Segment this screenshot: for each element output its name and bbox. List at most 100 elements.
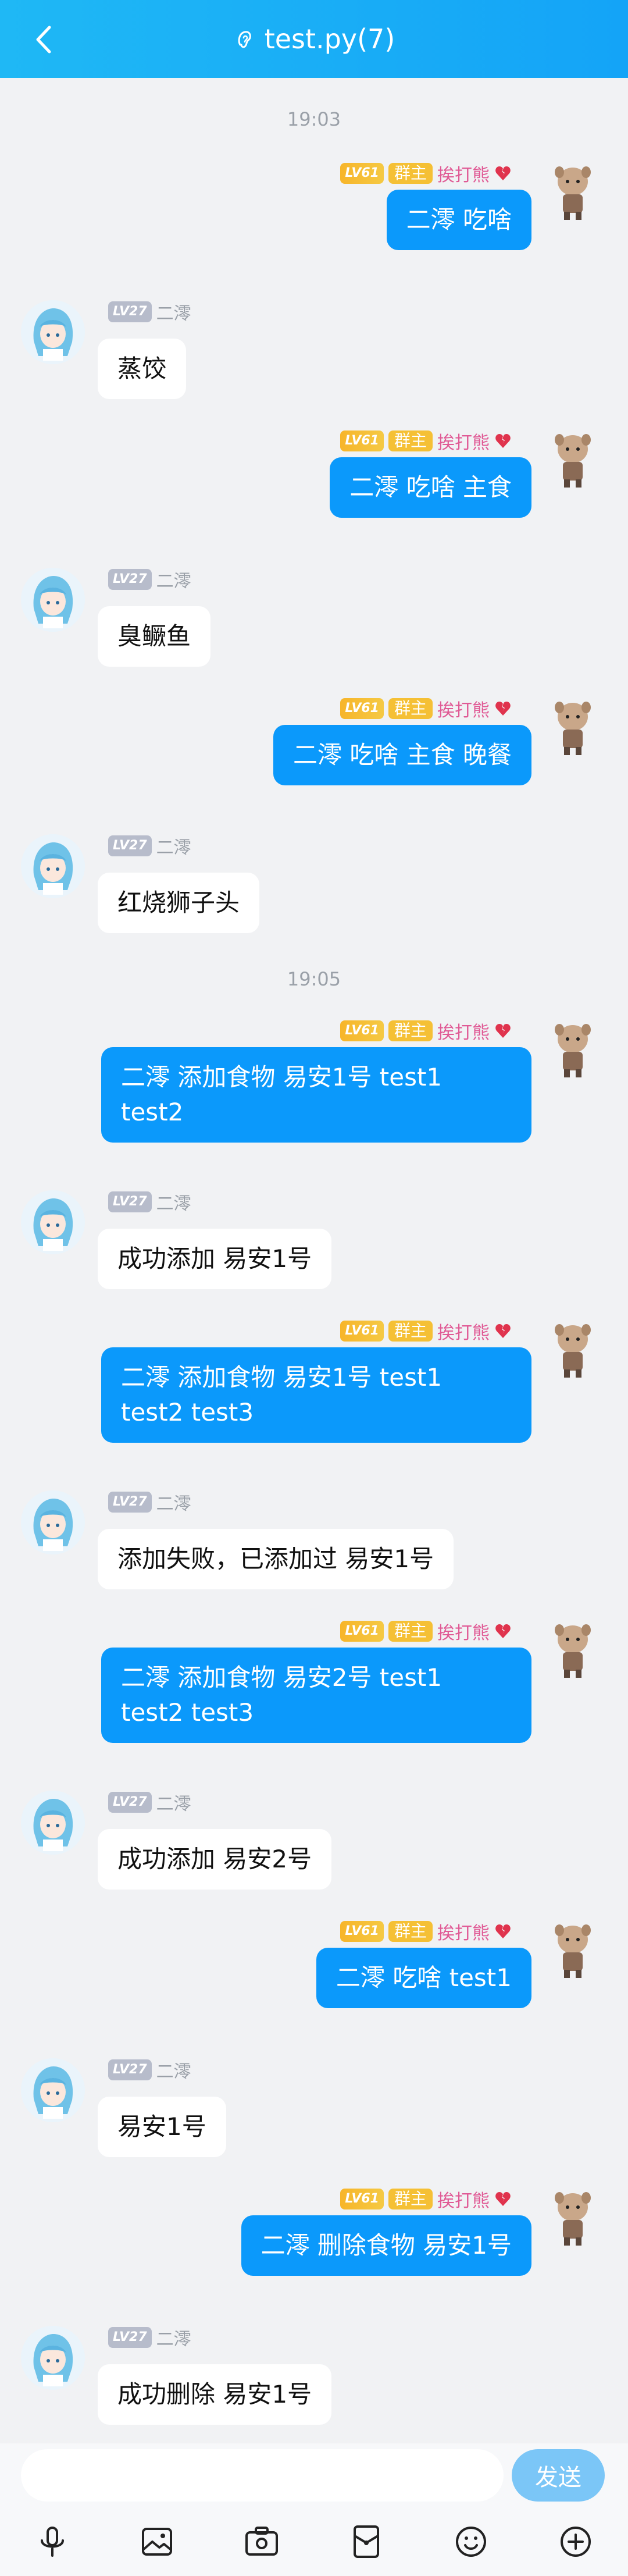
chevron-left-icon bbox=[36, 26, 51, 54]
back-button[interactable] bbox=[26, 22, 60, 57]
sender-name: 挨打熊 bbox=[437, 700, 490, 721]
broken-heart-icon bbox=[495, 434, 511, 448]
message-bubble[interactable]: 红烧狮子头 bbox=[98, 873, 260, 933]
avatar[interactable] bbox=[21, 2058, 85, 2122]
level-badge: LV27 bbox=[108, 569, 152, 590]
level-badge: LV27 bbox=[108, 835, 152, 856]
sender-name: 挨打熊 bbox=[437, 1923, 490, 1944]
level-badge: LV27 bbox=[108, 2327, 152, 2348]
send-button[interactable]: 发送 bbox=[512, 2449, 605, 2502]
bear-avatar-icon bbox=[555, 1024, 591, 1077]
avatar[interactable] bbox=[541, 1017, 605, 1081]
timestamp: 19:05 bbox=[287, 968, 341, 990]
avatar[interactable] bbox=[21, 1490, 85, 1554]
chat-header: test.py(7) bbox=[0, 0, 628, 78]
emoji-icon bbox=[456, 2527, 486, 2557]
avatar[interactable] bbox=[21, 1190, 85, 1254]
plus-icon bbox=[561, 2527, 591, 2557]
avatar[interactable] bbox=[541, 695, 605, 759]
message-bubble[interactable]: 成功添加 易安1号 bbox=[98, 1229, 332, 1289]
sender-name: 挨打熊 bbox=[437, 2191, 490, 2211]
sender-name: 二澪 bbox=[156, 1494, 191, 1514]
message-bubble[interactable]: 二澪 吃啥 bbox=[386, 190, 531, 250]
sender-meta: LV61 群主 挨打熊 bbox=[340, 429, 512, 453]
message-bubble[interactable]: 二澪 添加食物 易安1号 test1 test2 test3 bbox=[101, 1347, 531, 1443]
message-bubble[interactable]: 二澪 添加食物 易安2号 test1 test2 test3 bbox=[101, 1648, 531, 1743]
more-button[interactable] bbox=[552, 2518, 599, 2565]
level-badge: LV61 bbox=[340, 2189, 384, 2209]
avatar[interactable] bbox=[541, 1617, 605, 1681]
chat-title: test.py(7) bbox=[264, 23, 395, 55]
level-badge: LV61 bbox=[340, 163, 384, 184]
message-input[interactable] bbox=[21, 2449, 504, 2502]
role-badge: 群主 bbox=[388, 1921, 433, 1942]
sender-name: 二澪 bbox=[156, 1194, 191, 1214]
message-bubble[interactable]: 臭鳜鱼 bbox=[98, 606, 211, 667]
avatar[interactable] bbox=[541, 2185, 605, 2249]
sender-meta: LV27 二澪 bbox=[108, 568, 191, 592]
avatar[interactable] bbox=[21, 300, 85, 364]
emoji-button[interactable] bbox=[448, 2518, 494, 2565]
message-bubble[interactable]: 成功删除 易安1号 bbox=[98, 2364, 332, 2425]
compose-bar: 发送 bbox=[0, 2443, 628, 2507]
anime-girl-avatar-icon bbox=[21, 2058, 85, 2122]
message-bubble[interactable]: 二澪 吃啥 主食 bbox=[330, 457, 531, 518]
sender-name: 二澪 bbox=[156, 571, 191, 592]
role-badge: 群主 bbox=[388, 1020, 433, 1041]
sender-name: 二澪 bbox=[156, 304, 191, 324]
avatar[interactable] bbox=[541, 1917, 605, 1981]
avatar[interactable] bbox=[541, 1317, 605, 1381]
anime-girl-avatar-icon bbox=[21, 2326, 85, 2390]
message-bubble[interactable]: 易安1号 bbox=[98, 2097, 226, 2157]
message-bubble[interactable]: 二澪 吃啥 test1 bbox=[316, 1948, 531, 2008]
sender-meta: LV27 二澪 bbox=[108, 834, 191, 858]
message-bubble[interactable]: 二澪 添加食物 易安1号 test1 test2 bbox=[101, 1047, 531, 1143]
camera-icon bbox=[245, 2527, 278, 2556]
anime-girl-avatar-icon bbox=[21, 834, 85, 898]
level-badge: LV61 bbox=[340, 698, 384, 719]
bear-avatar-icon bbox=[555, 1924, 591, 1978]
compose-toolbar bbox=[0, 2507, 628, 2576]
bear-avatar-icon bbox=[555, 2192, 591, 2246]
level-badge: LV27 bbox=[108, 301, 152, 322]
avatar[interactable] bbox=[21, 834, 85, 898]
anime-girl-avatar-icon bbox=[21, 568, 85, 632]
red-packet-button[interactable] bbox=[343, 2518, 390, 2565]
message-list[interactable]: 19:03 LV61 群主 挨打熊 二澪 吃啥 LV27 二澪 蒸饺 LV61 bbox=[0, 78, 628, 2443]
sender-meta: LV61 群主 挨打熊 bbox=[340, 162, 512, 186]
message-bubble[interactable]: 蒸饺 bbox=[98, 339, 187, 399]
image-button[interactable] bbox=[134, 2518, 180, 2565]
avatar[interactable] bbox=[21, 1791, 85, 1855]
chat-title-group[interactable]: test.py(7) bbox=[233, 23, 395, 55]
anime-girl-avatar-icon bbox=[21, 1190, 85, 1254]
avatar[interactable] bbox=[541, 427, 605, 491]
level-badge: LV61 bbox=[340, 430, 384, 451]
timestamp: 19:03 bbox=[287, 108, 341, 130]
avatar[interactable] bbox=[21, 568, 85, 632]
sender-meta: LV27 二澪 bbox=[108, 2326, 191, 2350]
anime-girl-avatar-icon bbox=[21, 300, 85, 364]
broken-heart-icon bbox=[495, 1324, 511, 1338]
sender-name: 挨打熊 bbox=[437, 165, 490, 186]
sender-meta: LV61 群主 挨打熊 bbox=[340, 2187, 512, 2211]
level-badge: LV61 bbox=[340, 1621, 384, 1642]
level-badge: LV61 bbox=[340, 1921, 384, 1942]
broken-heart-icon bbox=[495, 166, 511, 180]
image-icon bbox=[142, 2528, 172, 2556]
camera-button[interactable] bbox=[238, 2518, 285, 2565]
message-bubble[interactable]: 二澪 吃啥 主食 晚餐 bbox=[273, 725, 531, 785]
message-bubble[interactable]: 添加失败，已添加过 易安1号 bbox=[98, 1529, 454, 1589]
level-badge: LV27 bbox=[108, 1191, 152, 1212]
ear-icon bbox=[238, 31, 251, 48]
avatar[interactable] bbox=[21, 2326, 85, 2390]
sender-name: 二澪 bbox=[156, 1794, 191, 1814]
voice-button[interactable] bbox=[29, 2518, 76, 2565]
avatar[interactable] bbox=[541, 159, 605, 223]
role-badge: 群主 bbox=[388, 698, 433, 719]
sender-meta: LV27 二澪 bbox=[108, 300, 191, 324]
broken-heart-icon bbox=[495, 1624, 511, 1638]
message-bubble[interactable]: 成功添加 易安2号 bbox=[98, 1829, 332, 1890]
message-bubble[interactable]: 二澪 删除食物 易安1号 bbox=[241, 2215, 531, 2276]
level-badge: LV61 bbox=[340, 1321, 384, 1342]
bear-avatar-icon bbox=[555, 1624, 591, 1678]
